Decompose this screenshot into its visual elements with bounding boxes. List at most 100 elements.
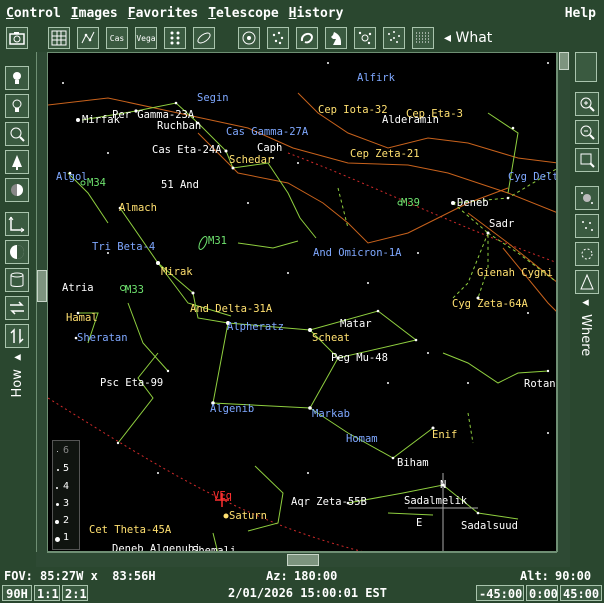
star[interactable] <box>511 126 515 130</box>
right-top-button[interactable] <box>575 52 597 82</box>
sky-label[interactable]: Alfirk <box>357 72 396 84</box>
sky-label[interactable]: Cep Eta-3 <box>406 108 463 120</box>
dots-field-icon[interactable] <box>575 214 599 238</box>
camera-icon[interactable] <box>6 27 28 49</box>
what-button[interactable]: ◂ What <box>444 30 492 46</box>
constellation-lines-icon[interactable] <box>77 27 99 49</box>
90h-button[interactable]: 90H <box>2 585 32 601</box>
where-tab[interactable]: ◂ Where <box>578 295 593 356</box>
sky-label[interactable]: Almach <box>119 202 157 214</box>
sky-label[interactable]: Atria <box>62 282 94 294</box>
planet-shade-icon[interactable] <box>5 178 29 202</box>
sky-label[interactable]: Alpheratz <box>227 321 284 333</box>
star[interactable] <box>76 118 80 122</box>
star[interactable] <box>191 291 195 295</box>
star[interactable] <box>486 231 490 235</box>
sky-label[interactable]: M33 <box>125 284 144 296</box>
star[interactable] <box>546 369 550 373</box>
star[interactable] <box>166 369 170 373</box>
sky-label[interactable]: And Delta-31A <box>190 303 273 315</box>
sky-label[interactable]: And Omicron-1A <box>313 247 402 259</box>
scatter-stars-icon[interactable] <box>383 27 405 49</box>
swap-arrows-icon[interactable] <box>5 296 29 320</box>
horizontal-scroll-thumb[interactable] <box>287 554 319 566</box>
sky-label[interactable]: Matar <box>340 318 372 330</box>
zero-button[interactable]: 0:00 <box>526 585 558 601</box>
menu-history[interactable]: History <box>285 6 348 21</box>
sky-label[interactable]: Sheratan <box>77 332 128 344</box>
sky-label[interactable]: Cyg Delt <box>508 171 557 183</box>
star[interactable] <box>287 272 289 274</box>
sky-label[interactable]: M34 <box>87 177 106 189</box>
star[interactable] <box>391 456 395 460</box>
star[interactable] <box>547 432 549 434</box>
star[interactable] <box>476 511 480 515</box>
left-scroll-thumb[interactable] <box>37 270 47 302</box>
target-icon[interactable] <box>238 27 260 49</box>
sky-label[interactable]: Cep Zeta-21 <box>350 148 420 160</box>
sky-label[interactable]: Sadalmelik <box>404 495 468 507</box>
sky-label[interactable]: N <box>440 479 446 491</box>
sky-label[interactable]: M39 <box>401 197 420 209</box>
sky-label[interactable]: Biham <box>397 457 429 469</box>
sky-label[interactable]: Saturn <box>229 510 267 522</box>
star-names-button[interactable]: Vega <box>135 27 157 49</box>
star[interactable] <box>527 312 529 314</box>
sky-label[interactable]: Shemali <box>192 545 236 552</box>
star[interactable] <box>327 62 329 64</box>
menu-favorites[interactable]: Favorites <box>124 6 202 21</box>
cluster-icon[interactable] <box>267 27 289 49</box>
sky-label[interactable]: Cas Eta-24A <box>152 144 222 156</box>
sky-label[interactable]: Algol <box>56 171 88 183</box>
axes-icon[interactable] <box>5 212 29 236</box>
plus-45-button[interactable]: 45:00 <box>560 585 602 601</box>
sky-label[interactable]: Enif <box>432 429 457 441</box>
star[interactable] <box>116 441 120 445</box>
menu-help[interactable]: Help <box>561 6 600 21</box>
sky-label[interactable]: Peg Mu-48 <box>331 352 388 364</box>
nebula-icon[interactable] <box>296 27 318 49</box>
sky-label[interactable]: Caph <box>257 142 282 154</box>
eye-zoom-icon[interactable] <box>5 122 29 146</box>
menu-telescope[interactable]: Telescope <box>204 6 282 21</box>
star[interactable] <box>107 152 109 154</box>
planets-icon[interactable] <box>354 27 376 49</box>
sky-label[interactable]: M31 <box>208 235 227 247</box>
star[interactable] <box>247 202 249 204</box>
star[interactable] <box>307 472 309 474</box>
star[interactable] <box>387 382 389 384</box>
sky-label[interactable]: Cas Gamma-27A <box>226 126 309 138</box>
sky-label[interactable]: Markab <box>312 408 350 420</box>
sky-label[interactable]: Aqr Zeta-55B <box>291 496 367 508</box>
sky-label[interactable]: VEq <box>213 490 232 502</box>
moon-phase-icon[interactable] <box>5 240 29 264</box>
sky-label[interactable]: Hamal <box>66 312 98 324</box>
zoom-box-icon[interactable] <box>575 148 599 172</box>
star[interactable] <box>506 196 510 200</box>
sky-chart[interactable]: Alfirk Segin Mirfak Per Gamma-23A Ruchbah Cas… <box>47 52 557 552</box>
bulb-icon[interactable] <box>5 66 29 90</box>
star[interactable] <box>376 309 380 313</box>
sky-label[interactable]: Mirak <box>161 266 193 278</box>
horizontal-scrollbar[interactable] <box>47 552 557 567</box>
vertical-scroll-thumb[interactable] <box>559 52 569 70</box>
left-scrollbar[interactable] <box>36 52 47 552</box>
sky-label[interactable]: Algenib <box>210 403 254 415</box>
sky-label[interactable]: Deneb <box>457 197 489 209</box>
sky-label[interactable]: Tri Beta-4 <box>92 241 155 253</box>
galaxy-icon[interactable] <box>193 27 215 49</box>
star[interactable] <box>427 352 429 354</box>
sky-label[interactable]: Cyg Zeta-64A <box>452 298 529 310</box>
sky-label[interactable]: Schedar <box>229 154 273 166</box>
star[interactable] <box>156 261 160 265</box>
vertical-arrows-icon[interactable] <box>5 324 29 348</box>
chess-knight-icon[interactable] <box>325 27 347 49</box>
tree-icon[interactable] <box>5 150 29 174</box>
star[interactable] <box>417 252 419 254</box>
sky-label[interactable]: Gienah Cygni <box>477 267 553 279</box>
sky-label[interactable]: Deneb Algenubi <box>112 543 201 552</box>
sky-label[interactable]: E <box>416 517 422 529</box>
star[interactable] <box>467 382 469 384</box>
cylinder-icon[interactable] <box>5 268 29 292</box>
star[interactable] <box>547 62 549 64</box>
